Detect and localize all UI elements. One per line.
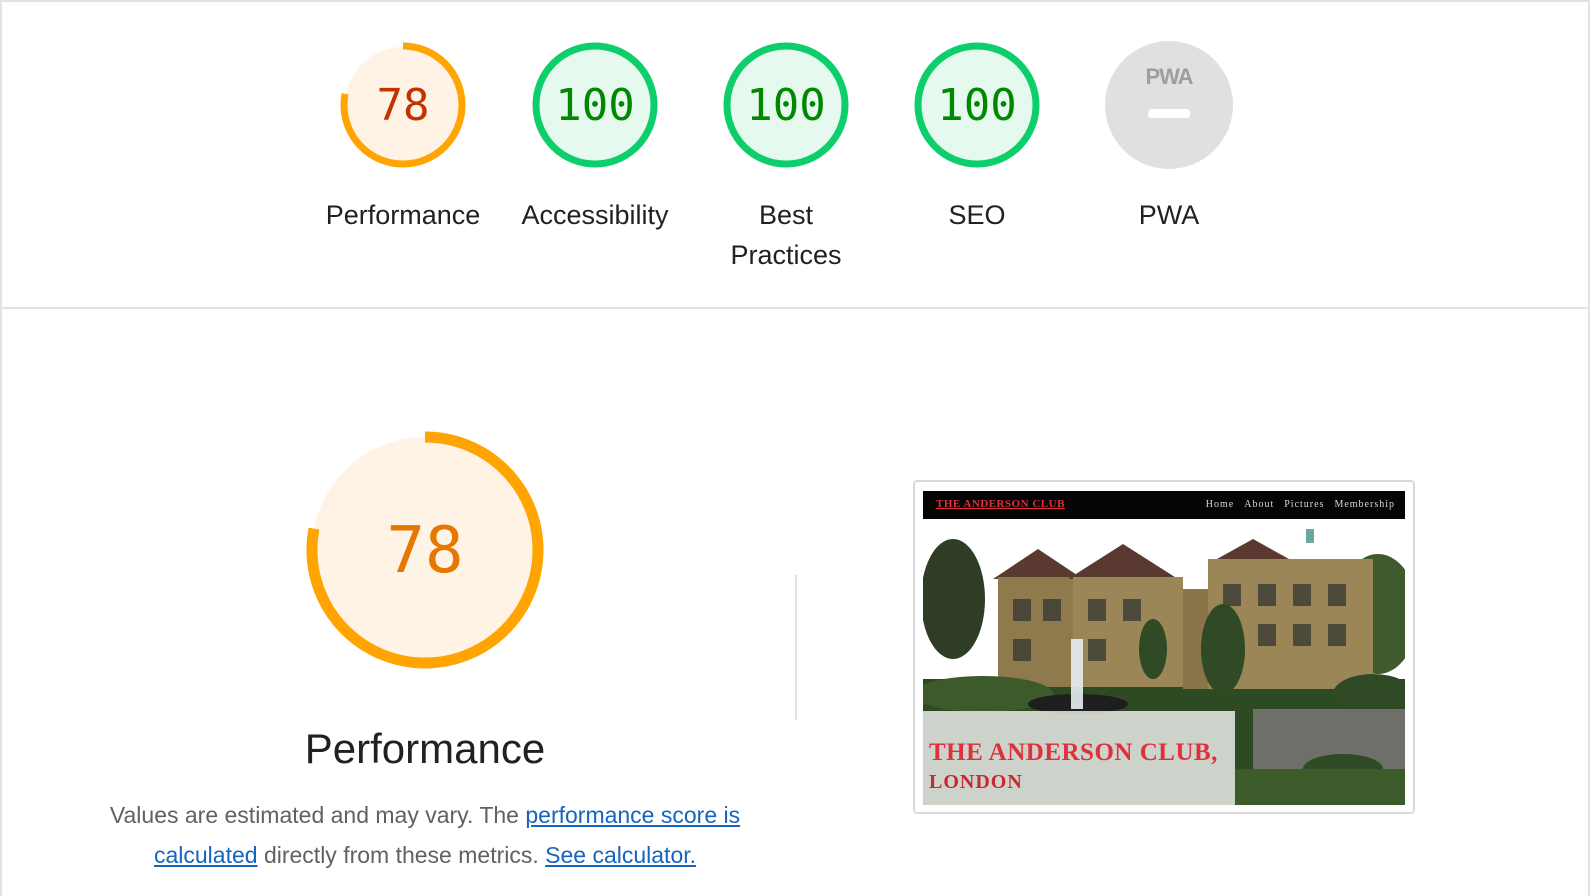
not-applicable-dash-icon [1148,109,1190,118]
gauge-pwa-ring: PWA [1105,41,1233,169]
gauge-performance-score: 78 [377,80,430,131]
hero-caption: THE ANDERSON CLUB, LONDON [923,711,1235,805]
site-nav-bar: THE ANDERSON CLUB Home About Pictures Me… [923,491,1405,519]
gauge-accessibility-label: Accessibility [521,200,669,230]
description-text-1: Values are estimated and may vary. The [109,802,526,828]
gauge-pwa[interactable]: PWA PWA [1079,40,1259,235]
gauge-pwa-fill [1105,41,1233,169]
performance-title: Performance [304,725,546,772]
gauge-performance-ring: 78 [340,42,466,168]
pwa-badge-icon: PWA [1145,64,1193,89]
gauge-performance-label: Performance [325,200,481,230]
gauge-performance[interactable]: 78 Performance [313,40,493,235]
gauge-best-practices-label: Best Practices [730,200,842,270]
gauge-best-practices-ring: 100 [723,42,849,168]
gauge-accessibility-ring: 100 [532,42,658,168]
performance-big-score: 78 [386,514,463,588]
performance-big-gauge: 78 [306,431,544,669]
gauge-pwa-label: PWA [1138,200,1200,230]
description-text-2: directly from these metrics. [257,842,546,868]
gauge-accessibility-score: 100 [555,80,634,131]
see-calculator-link[interactable]: See calculator. [545,842,696,868]
site-menu-about: About [1244,499,1275,510]
gauge-accessibility[interactable]: 100 Accessibility [505,40,685,235]
section-divider [0,307,1590,309]
site-menu: Home About Pictures Membership [1206,499,1395,510]
hero-image: THE ANDERSON CLUB, LONDON [923,519,1405,805]
gauge-seo[interactable]: 100 SEO [887,40,1067,235]
gauge-seo-score: 100 [937,80,1016,131]
gauge-best-practices[interactable]: 100 Best Practices [696,40,876,275]
gauge-best-practices-score: 100 [746,80,825,131]
site-menu-pictures: Pictures [1284,499,1325,510]
site-brand: THE ANDERSON CLUB [936,498,1065,510]
site-menu-membership: Membership [1334,499,1395,510]
score-gauges-row: 78 Performance 100 Accessibility 100 Bes… [0,0,1590,308]
gauge-seo-ring: 100 [914,42,1040,168]
hero-title: THE ANDERSON CLUB, [929,739,1218,766]
performance-description: Values are estimated and may vary. The p… [95,795,755,875]
site-menu-home: Home [1205,499,1235,510]
hero-subtitle: LONDON [929,771,1023,793]
vertical-divider [795,575,797,720]
final-screenshot[interactable]: THE ANDERSON CLUB Home About Pictures Me… [913,480,1415,814]
gauge-seo-label: SEO [948,200,1006,230]
